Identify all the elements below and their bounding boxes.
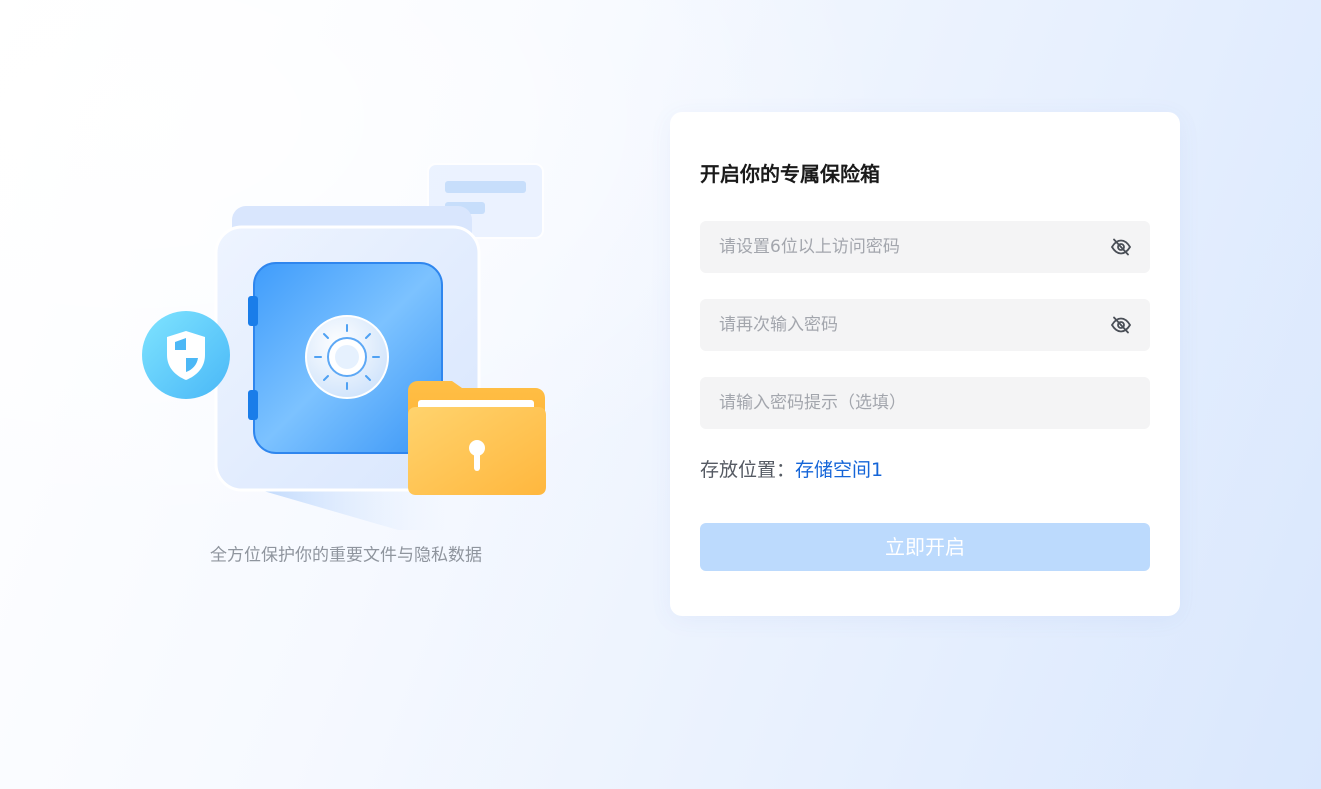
storage-location-link[interactable]: 存储空间1 bbox=[795, 459, 883, 481]
storage-location-label: 存放位置： bbox=[700, 459, 796, 481]
confirm-password-field bbox=[700, 299, 1150, 351]
eye-hidden-icon[interactable] bbox=[1110, 315, 1132, 335]
storage-location: 存放位置：存储空间1 bbox=[700, 456, 883, 484]
password-input[interactable] bbox=[700, 221, 1090, 273]
confirm-password-input[interactable] bbox=[700, 299, 1090, 351]
password-hint-input[interactable] bbox=[700, 377, 1090, 429]
card-title: 开启你的专属保险箱 bbox=[700, 162, 880, 186]
illustration-caption: 全方位保护你的重要文件与隐私数据 bbox=[210, 545, 482, 566]
eye-hidden-icon[interactable] bbox=[1110, 237, 1132, 257]
enable-vault-button[interactable]: 立即开启 bbox=[700, 523, 1150, 571]
safe-icon bbox=[305, 315, 389, 399]
password-field bbox=[700, 221, 1150, 273]
password-hint-field bbox=[700, 377, 1150, 429]
shield-icon bbox=[142, 311, 230, 399]
safe-illustration bbox=[120, 150, 580, 530]
folder-lock-icon bbox=[408, 381, 546, 495]
vault-setup-card: 开启你的专属保险箱 存放位置：存储空间1 立即开启 bbox=[670, 112, 1180, 616]
